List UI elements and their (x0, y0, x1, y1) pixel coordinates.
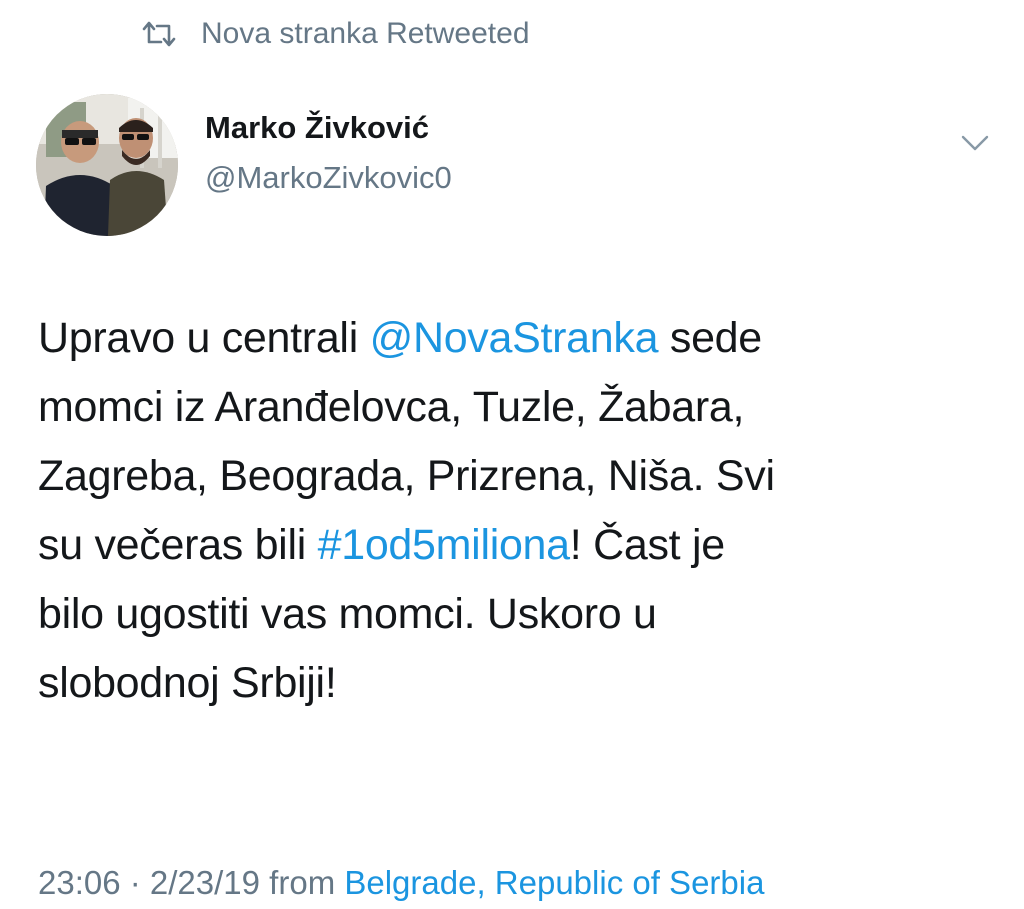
tweet-line: Zagreba, Beograda, Prizrena, Niša. Svi (38, 452, 775, 500)
tweet-line: su večeras bili #1od5miliona! Čast je (38, 511, 998, 580)
tweet-text: Upravo u centrali @NovaStranka sede momc… (38, 304, 998, 718)
location-link[interactable]: Belgrade, Republic of Serbia (344, 864, 764, 901)
tweet-timestamp[interactable]: 23:06 · 2/23/19 from (38, 864, 344, 901)
retweet-label[interactable]: Nova stranka Retweeted (201, 17, 530, 51)
tweet-line: momci iz Aranđelovca, Tuzle, Žabara, (38, 383, 745, 431)
author-display-name[interactable]: Marko Živković (205, 110, 429, 146)
tweet-line-text: su večeras bili (38, 521, 318, 569)
chevron-down-icon[interactable] (958, 126, 992, 160)
tweet-line-text: sede (658, 314, 762, 362)
tweet-meta: 23:06 · 2/23/19 from Belgrade, Republic … (38, 864, 764, 902)
retweet-icon (141, 20, 177, 48)
tweet-line-text: ! Čast je (569, 521, 725, 569)
author-handle[interactable]: @MarkoZivkovic0 (205, 160, 452, 196)
hashtag-link[interactable]: #1od5miliona (318, 521, 571, 569)
avatar[interactable] (36, 94, 178, 236)
tweet-line: Upravo u centrali @NovaStranka sede (38, 304, 998, 373)
tweet-line-text: Upravo u centrali (38, 314, 370, 362)
tweet-line: slobodnoj Srbiji! (38, 659, 337, 707)
mention-link[interactable]: @NovaStranka (370, 314, 659, 362)
tweet-line: bilo ugostiti vas momci. Uskoro u (38, 590, 657, 638)
retweet-context: Nova stranka Retweeted (141, 14, 530, 54)
